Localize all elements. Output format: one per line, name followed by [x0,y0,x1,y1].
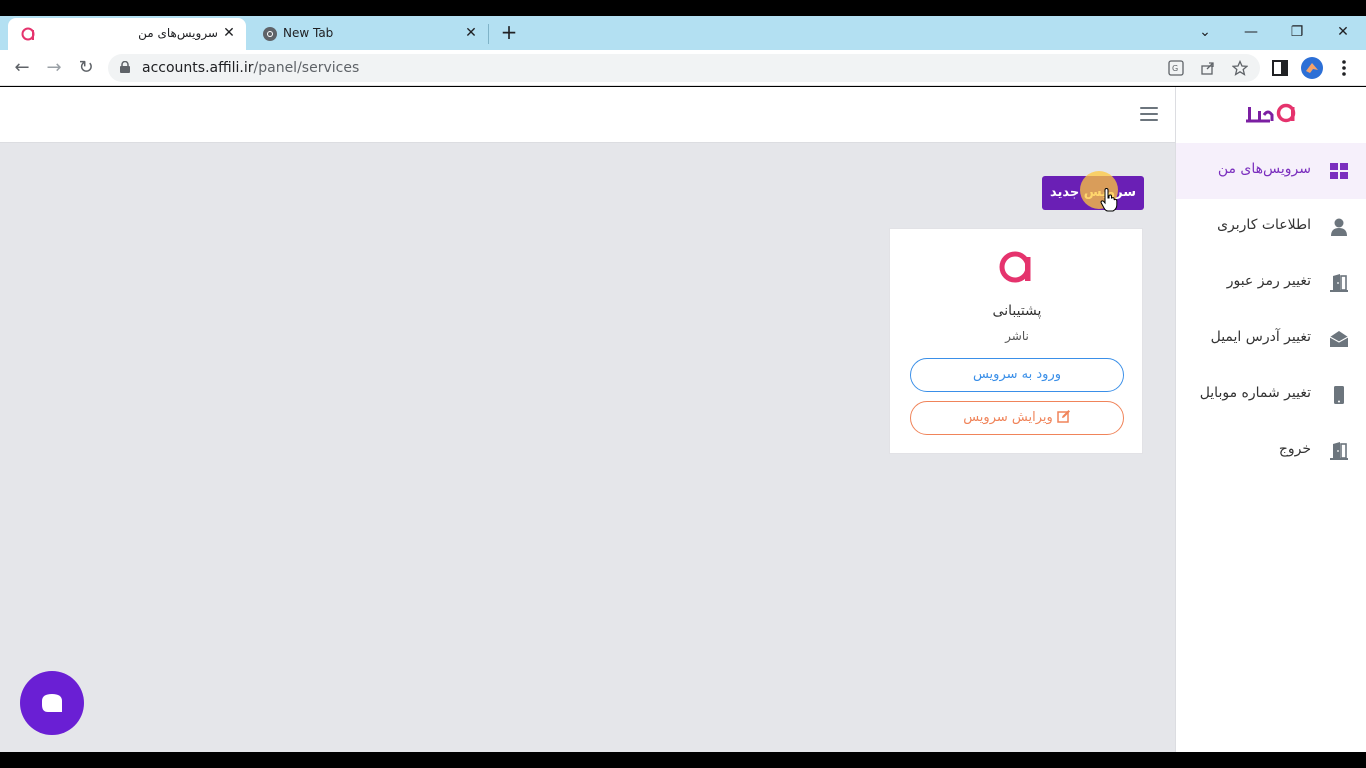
service-title: پشتیبانی [992,303,1042,319]
close-window-icon[interactable]: ✕ [1320,18,1366,46]
reload-icon[interactable]: ↻ [74,56,98,80]
svg-text:G: G [1172,64,1178,73]
sidebar-item-change-email[interactable]: تغییر آدرس ایمیل [1176,311,1366,367]
share-icon[interactable] [1200,60,1216,76]
door-icon [1330,274,1348,292]
edit-service-button[interactable]: ویرایش سرویس [910,401,1124,435]
mobile-icon [1334,386,1344,404]
affili-logo-icon [999,251,1031,283]
sidebar-item-user-info[interactable]: اطلاعات کاربری [1176,199,1366,255]
minimize-icon[interactable]: — [1228,18,1274,46]
side-panel-icon[interactable] [1270,58,1290,78]
restore-icon[interactable]: ❐ [1274,18,1320,46]
grid-icon [1330,163,1348,179]
sidebar-item-label: تغییر آدرس ایمیل [1210,329,1311,345]
tab-my-services[interactable]: سرویس‌های من ✕ [8,18,246,50]
chrome-icon [263,27,277,41]
back-arrow-icon[interactable]: ← [10,56,34,80]
sidebar-item-logout[interactable]: خروج [1176,423,1366,479]
affili-favicon-icon [21,27,35,41]
bookmark-star-icon[interactable] [1232,60,1248,76]
tab-separator [488,24,489,44]
user-icon [1331,218,1347,236]
sidebar-item-label: سرویس‌های من [1217,161,1311,177]
service-role: ناشر [1005,329,1029,343]
service-card: پشتیبانی ناشر ورود به سرویس ویرایش سرویس [889,228,1143,454]
sidebar: سرویس‌های من اطلاعات کاربری تغییر رمز عب… [1175,87,1366,752]
sidebar-item-label: خروج [1278,441,1311,457]
url-text: accounts.affili.ir/panel/services [142,60,359,76]
hand-cursor-icon [1100,188,1118,212]
translate-icon[interactable]: G [1168,60,1184,76]
kebab-menu-icon[interactable] [1334,58,1354,78]
hamburger-menu-icon[interactable] [1140,107,1158,121]
tab-search-chevron-down-icon[interactable]: ⌄ [1182,18,1228,46]
chat-widget-button[interactable] [20,671,84,735]
affili-logo[interactable] [1240,99,1304,127]
tab-new-tab[interactable]: New Tab ✕ [250,18,488,50]
door-icon [1330,442,1348,460]
profile-avatar[interactable] [1301,57,1323,79]
forward-arrow-icon[interactable]: → [42,56,66,80]
chat-bubble-icon [42,694,62,712]
sidebar-item-my-services[interactable]: سرویس‌های من [1176,143,1366,199]
profile-bird-icon [1306,63,1318,73]
top-navbar [0,87,1175,143]
lock-icon [120,61,130,73]
sidebar-item-label: اطلاعات کاربری [1217,217,1311,233]
sidebar-item-label: تغییر رمز عبور [1226,273,1311,289]
close-tab-icon[interactable]: ✕ [462,24,480,42]
sidebar-item-label: تغییر شماره موبایل [1199,385,1311,401]
screen: سرویس‌های من ✕ New Tab ✕ + ⌄ — ❐ ✕ ← → ↻… [0,0,1366,768]
edit-service-label: ویرایش سرویس [963,410,1053,425]
new-tab-plus-icon[interactable]: + [498,22,520,44]
envelope-open-icon [1329,331,1349,347]
browser-toolbar: ← → ↻ accounts.affili.ir/panel/services … [0,50,1366,86]
sidebar-item-change-password[interactable]: تغییر رمز عبور [1176,255,1366,311]
tab-title: New Tab [283,26,334,40]
url-host: accounts.affili.ir [142,60,254,76]
tab-title: سرویس‌های من [138,26,218,40]
enter-service-button[interactable]: ورود به سرویس [910,358,1124,392]
close-tab-icon[interactable]: ✕ [220,24,238,42]
web-page: سرویس‌های من اطلاعات کاربری تغییر رمز عب… [0,87,1366,752]
browser-tabstrip: سرویس‌های من ✕ New Tab ✕ [0,16,1366,50]
url-path: /panel/services [253,60,360,76]
address-bar[interactable]: accounts.affili.ir/panel/services G [108,54,1260,82]
sidebar-item-change-mobile[interactable]: تغییر شماره موبایل [1176,367,1366,423]
edit-icon [1057,410,1070,423]
